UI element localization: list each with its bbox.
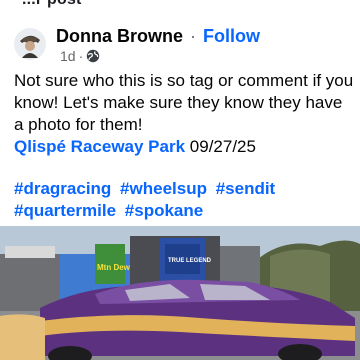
meta-separator: · — [78, 48, 84, 64]
previous-post-cutoff: ...r post — [0, 0, 360, 10]
sign-text: TRUE LEGEND — [168, 258, 212, 264]
post-location-line: Qlispé Raceway Park 09/27/25 — [14, 136, 354, 158]
cutoff-text: ...r post — [22, 0, 82, 9]
hashtag-list: #dragracing #wheelsup #sendit #quartermi… — [14, 178, 354, 222]
post-photo[interactable]: Mtn Dew TRUE LEGEND — [0, 226, 360, 360]
avatar-icon — [14, 28, 46, 60]
name-row: Donna Browne · Follow — [56, 26, 260, 47]
hashtag[interactable]: #spokane — [125, 201, 203, 220]
race-car-photo: Mtn Dew TRUE LEGEND — [0, 226, 360, 360]
name-separator: · — [190, 26, 197, 46]
hashtag[interactable]: #dragracing — [14, 179, 111, 198]
location-link[interactable]: Qlispé Raceway Park — [14, 137, 185, 156]
post-message: Not sure who this is so tag or comment i… — [14, 71, 354, 134]
billboard-text: Mtn Dew — [97, 263, 131, 272]
post-meta: 1d · — [60, 48, 100, 64]
hashtag[interactable]: #quartermile — [14, 201, 116, 220]
post-body: Not sure who this is so tag or comment i… — [14, 70, 354, 158]
author-name[interactable]: Donna Browne — [56, 26, 183, 46]
hashtag[interactable]: #wheelsup — [120, 179, 207, 198]
follow-button[interactable]: Follow — [203, 26, 260, 46]
globe-icon — [86, 49, 100, 63]
post-date: 09/27/25 — [189, 137, 256, 156]
avatar[interactable] — [14, 28, 46, 60]
post-header: Donna Browne · Follow 1d · — [14, 24, 354, 68]
hashtag[interactable]: #sendit — [216, 179, 276, 198]
post-timestamp[interactable]: 1d — [60, 48, 76, 64]
